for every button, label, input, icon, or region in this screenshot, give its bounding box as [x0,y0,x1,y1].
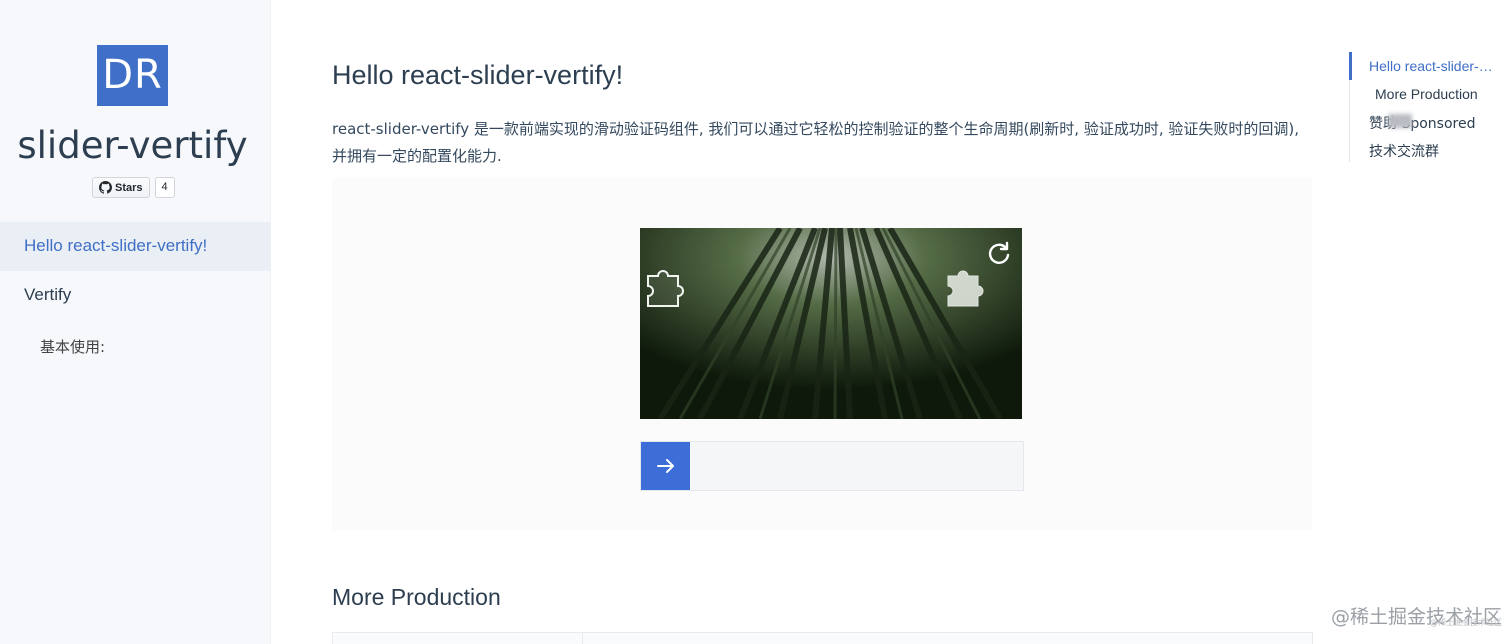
table-column-divider [582,632,583,644]
refresh-icon[interactable] [985,239,1013,267]
github-stars-count[interactable]: 4 [154,177,175,198]
watermark-small: @稀土掘金技术社区 [1430,618,1502,627]
bamboo-forest-image [640,228,1022,419]
puzzle-piece[interactable] [642,266,688,312]
sidebar-item-basic-usage[interactable]: 基本使用: [40,336,105,357]
sidebar-item-hello[interactable]: Hello react-slider-vertify! [24,236,207,256]
toc-item-more-production[interactable]: More Production [1375,86,1478,102]
intro-paragraph: react-slider-vertify 是一款前端实现的滑动验证码组件, 我们… [332,120,1299,165]
sidebar-item-vertify[interactable]: Vertify [24,285,71,305]
captcha-image [640,228,1022,419]
site-title[interactable]: slider-vertify [0,124,265,167]
production-table [332,632,1313,644]
site-logo[interactable]: DR [97,45,168,106]
page-title: Hello react-slider-vertify! [332,60,624,90]
section-title-more-production: More Production [332,584,501,610]
slider-handle[interactable] [641,442,690,490]
github-stars-label: Stars [115,181,143,194]
table-of-contents: Hello react-slider-vertify! More Product… [1349,52,1512,162]
sidebar: DR slider-vertify Stars 4 Hello react-sl… [0,0,271,644]
github-stars-badge[interactable]: Stars 4 [92,177,175,198]
slider-track[interactable] [640,441,1024,491]
toc-item-tech-group[interactable]: 技术交流群 [1369,141,1509,161]
toc-active-indicator [1349,52,1352,80]
blurred-overlay [1388,114,1412,128]
toc-item-hello[interactable]: Hello react-slider-vertify! [1369,58,1493,74]
puzzle-hole [947,270,984,307]
github-icon [99,181,112,194]
arrow-right-icon [656,459,674,473]
github-stars-button[interactable]: Stars [92,177,150,198]
